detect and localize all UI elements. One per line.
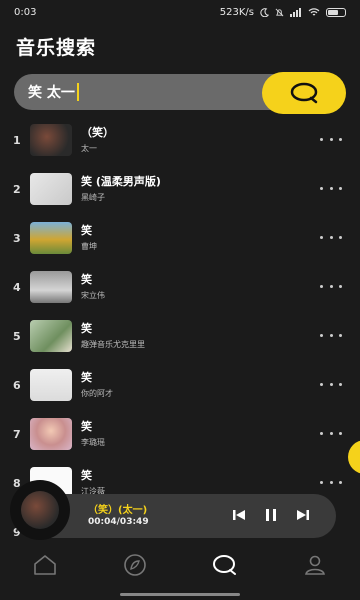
rank-number: 3 bbox=[13, 232, 21, 245]
artist-name: 黑崎子 bbox=[81, 193, 105, 202]
bottom-nav bbox=[0, 544, 360, 600]
search-button[interactable] bbox=[262, 72, 346, 114]
signal-icon bbox=[290, 7, 301, 17]
next-icon[interactable] bbox=[294, 506, 312, 524]
artist-name: 李璐瑶 bbox=[81, 438, 105, 447]
nav-home[interactable] bbox=[25, 550, 65, 580]
album-cover bbox=[30, 320, 72, 352]
list-item[interactable]: 1 （笑） 太一 bbox=[0, 120, 360, 169]
artist-name: 趣弹音乐尤克里里 bbox=[81, 340, 145, 349]
list-item[interactable]: 6 笑 你的阿才 bbox=[0, 365, 360, 414]
more-options-button[interactable] bbox=[320, 479, 342, 485]
text-caret bbox=[76, 83, 79, 101]
clock: 0:03 bbox=[14, 6, 37, 18]
wifi-icon bbox=[308, 7, 320, 16]
more-options-button[interactable] bbox=[320, 381, 342, 387]
album-cover bbox=[30, 418, 72, 450]
more-options-button[interactable] bbox=[320, 283, 342, 289]
list-item[interactable]: 5 笑 趣弹音乐尤克里里 bbox=[0, 316, 360, 365]
search-input-value: 笑 太一 bbox=[28, 85, 75, 101]
rank-number: 4 bbox=[13, 281, 21, 294]
artist-name: 宋立伟 bbox=[81, 291, 105, 300]
mini-player[interactable]: （笑）(太一) 00:04/03:49 bbox=[10, 480, 336, 540]
song-title: 笑 bbox=[81, 273, 92, 286]
status-bar: 0:03 523K/s bbox=[0, 0, 360, 24]
album-cover bbox=[30, 271, 72, 303]
nav-search[interactable] bbox=[205, 550, 245, 580]
search-bar: 笑 太一 bbox=[14, 72, 346, 114]
page-title: 音乐搜索 bbox=[16, 37, 97, 59]
song-title: 笑 bbox=[81, 469, 92, 482]
song-title: 笑 bbox=[81, 322, 92, 335]
artist-name: 曹坤 bbox=[81, 242, 97, 251]
album-cover bbox=[30, 369, 72, 401]
rank-number: 5 bbox=[13, 330, 21, 343]
more-options-button[interactable] bbox=[320, 234, 342, 240]
battery-icon bbox=[326, 7, 346, 17]
album-cover bbox=[30, 124, 72, 156]
list-item[interactable]: 4 笑 宋立伟 bbox=[0, 267, 360, 316]
album-cover bbox=[30, 222, 72, 254]
search-icon bbox=[290, 82, 318, 104]
album-cover bbox=[30, 173, 72, 205]
search-icon bbox=[213, 555, 236, 575]
rank-number: 2 bbox=[13, 183, 21, 196]
nav-profile[interactable] bbox=[295, 550, 335, 580]
list-item[interactable]: 2 笑 (温柔男声版) 黑崎子 bbox=[0, 169, 360, 218]
playback-time: 00:04/03:49 bbox=[88, 517, 149, 527]
more-options-button[interactable] bbox=[320, 136, 342, 142]
more-options-button[interactable] bbox=[320, 430, 342, 436]
more-options-button[interactable] bbox=[320, 185, 342, 191]
bell-off-icon bbox=[275, 8, 284, 16]
discover-icon bbox=[124, 554, 146, 576]
rank-number: 1 bbox=[13, 134, 21, 147]
profile-icon bbox=[305, 555, 325, 575]
song-title: 笑 bbox=[81, 371, 92, 384]
artist-name: 你的阿才 bbox=[81, 389, 113, 398]
song-title: （笑） bbox=[81, 126, 114, 139]
album-disc[interactable] bbox=[10, 480, 70, 540]
home-indicator bbox=[120, 593, 240, 596]
network-speed: 523K/s bbox=[219, 6, 254, 18]
nav-discover[interactable] bbox=[115, 550, 155, 580]
previous-icon[interactable] bbox=[230, 506, 248, 524]
rank-number: 6 bbox=[13, 379, 21, 392]
home-icon bbox=[34, 555, 56, 575]
list-item[interactable]: 7 笑 李璐瑶 bbox=[0, 414, 360, 463]
song-title: 笑 (温柔男声版) bbox=[81, 175, 161, 188]
artist-name: 太一 bbox=[81, 144, 97, 153]
more-options-button[interactable] bbox=[320, 332, 342, 338]
now-playing-title: （笑）(太一) bbox=[88, 505, 148, 516]
song-title: 笑 bbox=[81, 420, 92, 433]
rank-number: 7 bbox=[13, 428, 21, 441]
search-input[interactable]: 笑 太一 bbox=[14, 74, 304, 110]
list-item[interactable]: 3 笑 曹坤 bbox=[0, 218, 360, 267]
moon-icon bbox=[260, 7, 269, 17]
pause-icon[interactable] bbox=[262, 506, 280, 524]
song-title: 笑 bbox=[81, 224, 92, 237]
